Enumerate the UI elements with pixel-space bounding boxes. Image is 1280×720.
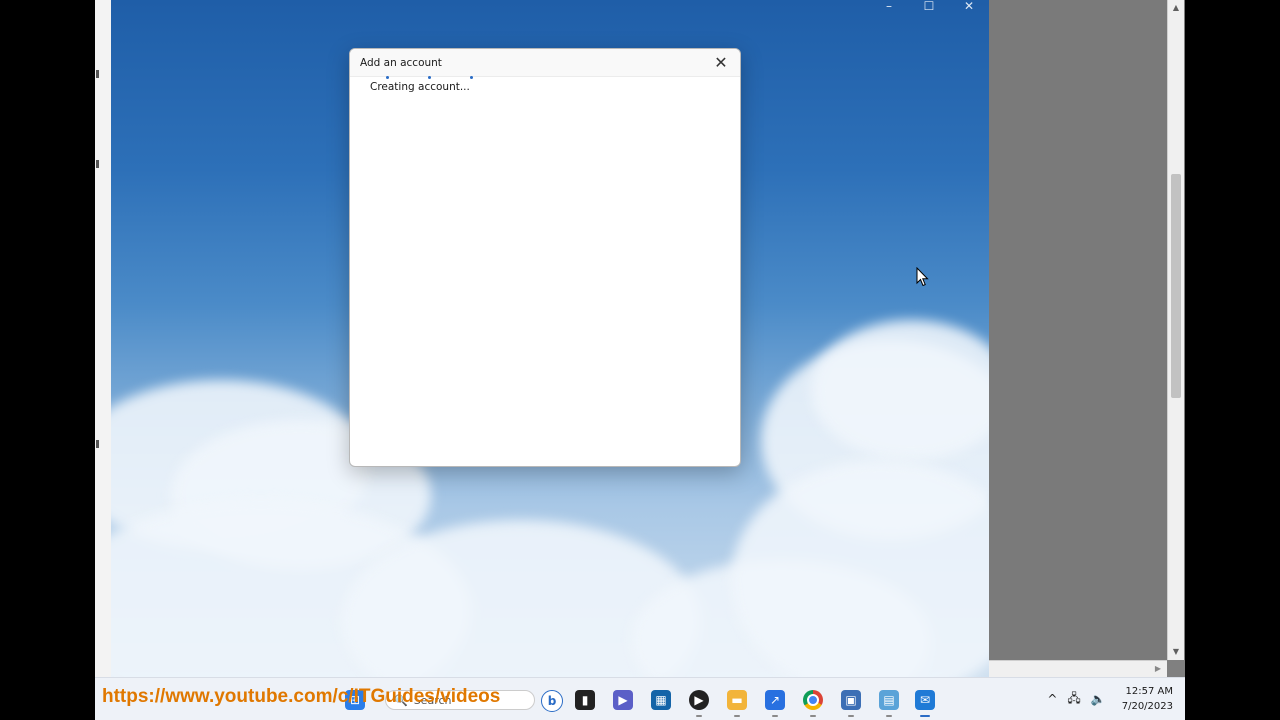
- scrollbar-thumb[interactable]: [1171, 174, 1181, 398]
- maximize-button[interactable]: ☐: [909, 0, 949, 14]
- file-explorer-icon[interactable]: ▬: [727, 690, 747, 717]
- clock[interactable]: 12:57 AM 7/20/2023: [1122, 684, 1173, 714]
- background-window-edge: [95, 0, 112, 680]
- media-player-icon[interactable]: ▶: [689, 690, 709, 717]
- desktop-screen: – ☐ ✕ Add an account ✕ Creating account.…: [95, 0, 1185, 720]
- mail-icon[interactable]: ✉: [915, 690, 935, 717]
- dialog-titlebar: Add an account ✕: [350, 49, 740, 77]
- volume-icon[interactable]: 🔈: [1091, 692, 1106, 706]
- close-window-button[interactable]: ✕: [949, 0, 989, 14]
- teams-chat-icon[interactable]: ▶: [613, 690, 633, 710]
- mail-app-window: – ☐ ✕ Add an account ✕ Creating account.…: [111, 0, 989, 677]
- progress-indicator: [380, 76, 480, 80]
- add-account-dialog: Add an account ✕ Creating account...: [349, 48, 741, 467]
- minimize-button[interactable]: –: [869, 0, 909, 14]
- horizontal-scrollbar[interactable]: ▶: [989, 660, 1167, 678]
- background-window-pane: [989, 0, 1167, 660]
- scroll-right-icon[interactable]: ▶: [1155, 664, 1161, 673]
- remote-desktop-icon[interactable]: ▣: [841, 690, 861, 717]
- task-view-icon[interactable]: ▮: [575, 690, 595, 710]
- chevron-up-icon[interactable]: ^: [1047, 692, 1057, 706]
- scroll-down-icon[interactable]: ▼: [1171, 647, 1181, 656]
- dialog-title: Add an account: [360, 56, 442, 69]
- url-overlay-text: https://www.youtube.com/c/ITGuides/video…: [102, 686, 501, 707]
- store-icon[interactable]: ▦: [651, 690, 671, 710]
- network-icon[interactable]: 🖧: [1067, 689, 1080, 710]
- taskbar: ⊞ 🔍 Search b ▮ ▶ ▦ ▶ ▬ ↗ ▣ ▤ ✉ https://w…: [95, 677, 1185, 720]
- chrome-icon[interactable]: [803, 690, 823, 717]
- power-automate-icon[interactable]: ↗: [765, 690, 785, 717]
- system-tray: ^ 🖧 🔈 12:57 AM 7/20/2023: [1047, 684, 1173, 714]
- bing-icon[interactable]: b: [541, 690, 563, 712]
- status-text: Creating account...: [370, 81, 470, 93]
- mouse-cursor-icon: [916, 267, 929, 287]
- window-controls: – ☐ ✕: [869, 0, 989, 14]
- clock-date: 7/20/2023: [1121, 701, 1173, 712]
- clock-time: 12:57 AM: [1125, 686, 1173, 697]
- vertical-scrollbar[interactable]: ▲ ▼: [1167, 0, 1184, 660]
- control-panel-icon[interactable]: ▤: [879, 690, 899, 717]
- scroll-up-icon[interactable]: ▲: [1171, 3, 1181, 12]
- close-icon[interactable]: ✕: [712, 54, 730, 71]
